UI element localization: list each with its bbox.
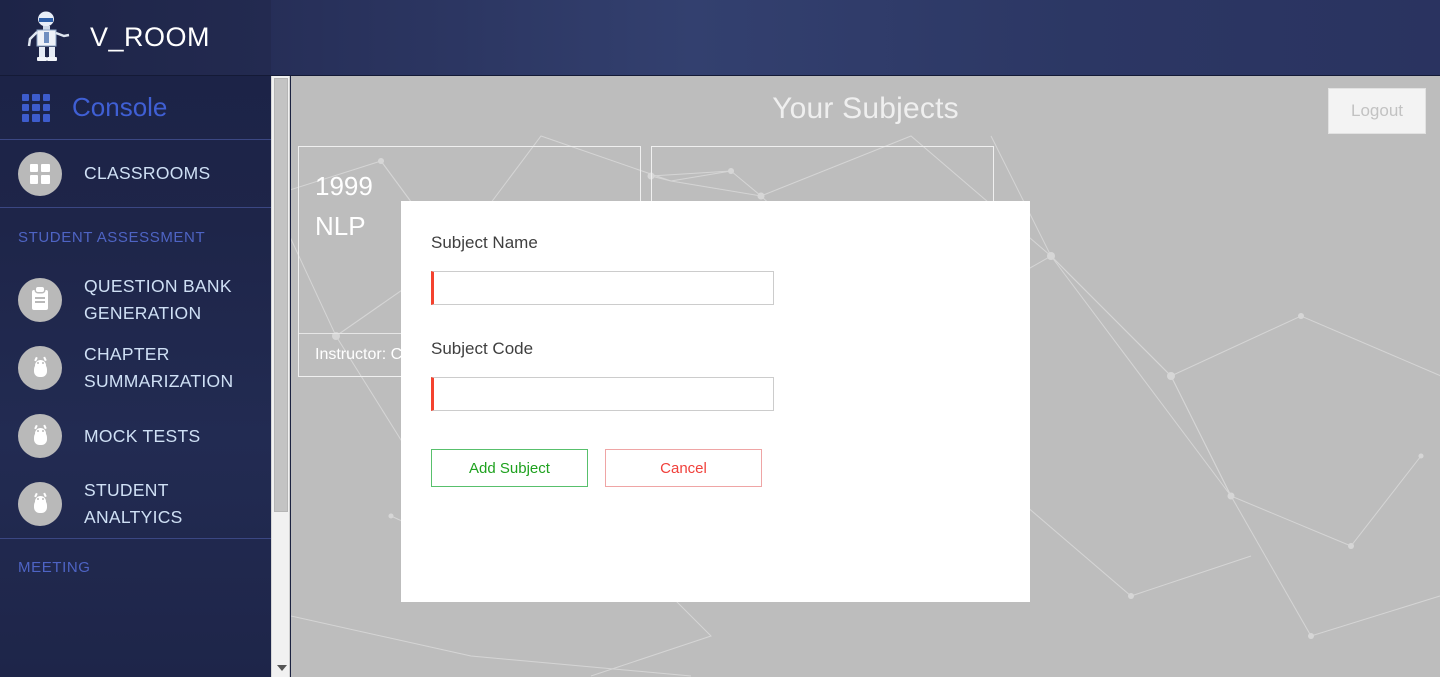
subject-name-input[interactable]: [431, 271, 774, 305]
bot-icon: [18, 482, 62, 526]
sidebar-item-chapter-summarization[interactable]: CHAPTER SUMMARIZATION: [0, 334, 271, 402]
sidebar-item-label-console: Console: [72, 92, 168, 122]
sidebar-item-mock-tests[interactable]: MOCK TESTS: [0, 402, 271, 470]
scroll-down-button[interactable]: [272, 658, 291, 677]
add-subject-dialog: Subject Name Subject Code Add Subject Ca…: [401, 201, 1030, 602]
sidebar-item-console[interactable]: Console: [0, 76, 271, 140]
brand: V_ROOM: [0, 10, 210, 66]
sidebar-item-label-question-bank-generation: QUESTION BANK GENERATION: [84, 276, 232, 323]
sidebar-section-student-assessment: STUDENT ASSESSMENT: [18, 228, 206, 246]
logout-button-label: Logout: [1351, 101, 1403, 120]
sidebar-item-label-mock-tests: MOCK TESTS: [84, 425, 201, 446]
bot-icon: [18, 414, 62, 458]
sidebar-item-label-chapter-summarization: CHAPTER SUMMARIZATION: [84, 344, 234, 391]
logout-button[interactable]: Logout: [1328, 88, 1426, 134]
subject-code-label: Subject Code: [431, 339, 534, 358]
cancel-button[interactable]: Cancel: [605, 449, 762, 487]
top-header: V_ROOM: [0, 0, 1440, 76]
chevron-down-icon: [276, 664, 287, 671]
page-title: Your Subjects: [772, 92, 959, 125]
robot-icon: [27, 11, 70, 61]
sidebar-scrollbar-thumb[interactable]: [274, 78, 288, 512]
sidebar-item-label-classrooms: CLASSROOMS: [84, 163, 211, 183]
brand-title: V_ROOM: [90, 22, 211, 52]
sidebar-scrollbar[interactable]: [271, 76, 290, 677]
dialog-actions: Add Subject Cancel: [431, 449, 1000, 487]
grid-apps-icon: [22, 93, 50, 122]
sidebar-item-classrooms[interactable]: CLASSROOMS: [0, 140, 271, 208]
sidebar: Console CLASSROOMS STUDENT ASSESSMENT QU…: [0, 76, 271, 677]
bot-icon: [18, 346, 62, 390]
sidebar-item-question-bank-generation[interactable]: QUESTION BANK GENERATION: [0, 266, 271, 334]
sidebar-item-student-analtyics[interactable]: STUDENT ANALTYICS: [0, 470, 271, 538]
sidebar-section-meeting: MEETING: [0, 538, 271, 596]
subject-code-input[interactable]: [431, 377, 774, 411]
clipboard-icon: [18, 278, 62, 322]
app-root: V_ROOM Console CLASSROOMS STUDENT ASSESS…: [0, 0, 1440, 677]
dashboard-icon: [18, 151, 62, 196]
sidebar-item-label-student-analtyics: STUDENT ANALTYICS: [84, 480, 183, 527]
add-subject-button[interactable]: Add Subject: [431, 449, 588, 487]
subject-name-label: Subject Name: [431, 233, 538, 252]
